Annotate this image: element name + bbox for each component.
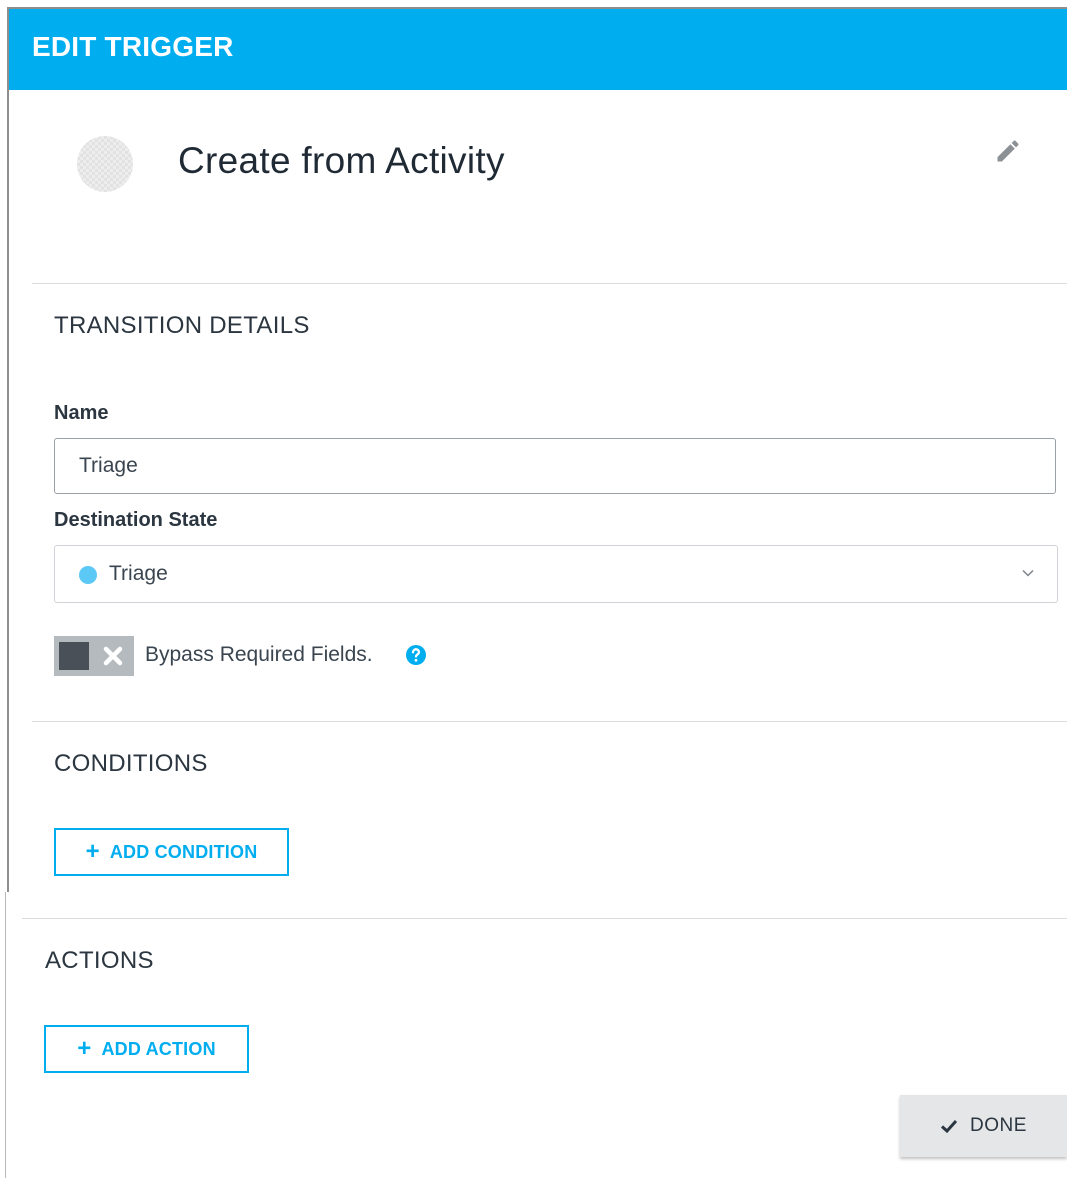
bypass-required-label: Bypass Required Fields. bbox=[145, 643, 373, 666]
divider bbox=[22, 918, 1067, 919]
panel-border-left bbox=[7, 7, 9, 892]
trigger-name: Create from Activity bbox=[178, 140, 505, 181]
done-button[interactable]: DONE bbox=[900, 1095, 1067, 1157]
state-color-dot bbox=[79, 566, 97, 584]
done-label: DONE bbox=[970, 1115, 1027, 1136]
divider bbox=[32, 721, 1067, 722]
bypass-required-toggle[interactable] bbox=[54, 636, 134, 676]
conditions-heading: CONDITIONS bbox=[54, 750, 208, 777]
add-action-button[interactable]: + ADD ACTION bbox=[44, 1025, 249, 1073]
edit-trigger-panel: EDIT TRIGGER Create from Activity TRANSI… bbox=[0, 0, 1067, 1178]
add-action-label: ADD ACTION bbox=[101, 1038, 216, 1059]
panel-border-left-lower bbox=[5, 892, 6, 1178]
panel-title: EDIT TRIGGER bbox=[32, 31, 234, 62]
plus-icon: + bbox=[85, 838, 100, 865]
add-condition-label: ADD CONDITION bbox=[109, 841, 258, 862]
destination-state-value: Triage bbox=[109, 562, 168, 585]
toggle-knob bbox=[59, 642, 89, 670]
add-condition-button[interactable]: + ADD CONDITION bbox=[54, 828, 289, 876]
actions-heading: ACTIONS bbox=[45, 947, 154, 974]
transition-details-heading: TRANSITION DETAILS bbox=[54, 312, 310, 339]
trigger-avatar bbox=[77, 136, 133, 192]
checkmark-icon bbox=[941, 1119, 958, 1134]
name-label: Name bbox=[54, 402, 109, 424]
destination-state-label: Destination State bbox=[54, 509, 218, 531]
panel-header: EDIT TRIGGER bbox=[9, 9, 1067, 90]
chevron-down-icon bbox=[1022, 569, 1034, 577]
destination-state-select[interactable]: Triage bbox=[54, 545, 1058, 603]
pencil-icon[interactable] bbox=[994, 137, 1022, 165]
help-icon[interactable] bbox=[405, 644, 427, 666]
close-icon bbox=[103, 646, 123, 666]
divider bbox=[32, 283, 1067, 284]
plus-icon: + bbox=[77, 1035, 92, 1062]
name-input[interactable] bbox=[54, 438, 1056, 494]
